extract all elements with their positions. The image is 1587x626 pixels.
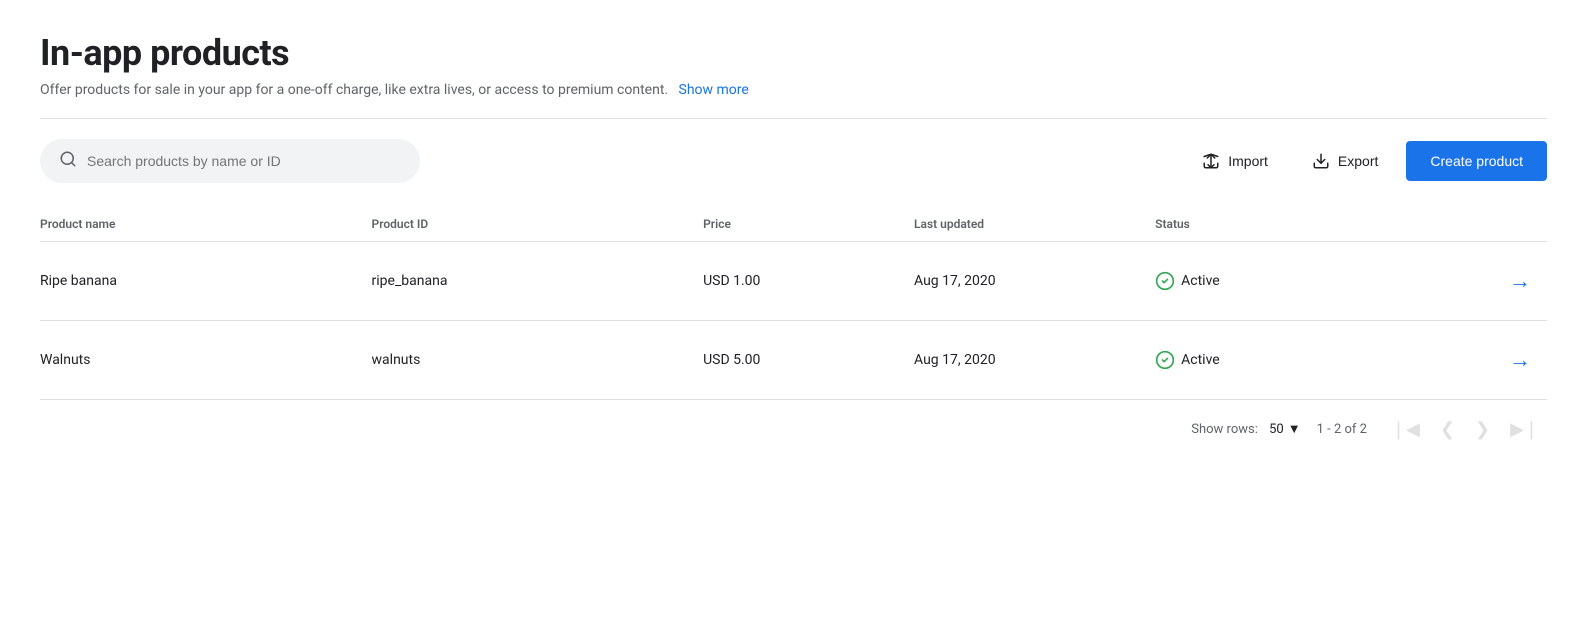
arrow-icon-0: → (1509, 268, 1531, 293)
page-info: 1 - 2 of 2 (1317, 422, 1367, 437)
show-more-link[interactable]: Show more (679, 82, 749, 98)
rows-per-page-value: 50 (1269, 422, 1284, 437)
last-page-icon: ▶❘ (1510, 419, 1539, 439)
header-divider (40, 118, 1547, 119)
page-container: In-app products Offer products for sale … (0, 0, 1587, 474)
page-title: In-app products (40, 32, 1547, 74)
arrow-icon-1: → (1509, 347, 1531, 372)
product-status-0: Active (1155, 242, 1396, 321)
next-page-button[interactable]: ❯ (1467, 416, 1498, 442)
product-name-0: Ripe banana (40, 242, 372, 321)
table-row[interactable]: Ripe banana ripe_banana USD 1.00 Aug 17,… (40, 242, 1547, 321)
export-button[interactable]: Export (1296, 142, 1394, 180)
col-header-status: Status (1155, 207, 1396, 242)
product-updated-0: Aug 17, 2020 (914, 242, 1155, 321)
page-subtitle: Offer products for sale in your app for … (40, 82, 1547, 98)
status-badge-0: Active (1155, 271, 1380, 291)
pagination-row: Show rows: 50 ▼ 1 - 2 of 2 ❘◀ ❮ ❯ ▶❘ (40, 400, 1547, 450)
export-label: Export (1338, 153, 1378, 169)
row-arrow-button-0[interactable]: → (1501, 264, 1539, 298)
col-header-price: Price (703, 207, 914, 242)
import-icon (1202, 152, 1220, 170)
pagination-nav: ❘◀ ❮ ❯ ▶❘ (1383, 416, 1547, 442)
product-id-0: ripe_banana (372, 242, 704, 321)
product-price-0: USD 1.00 (703, 242, 914, 321)
product-updated-1: Aug 17, 2020 (914, 321, 1155, 400)
col-header-updated: Last updated (914, 207, 1155, 242)
last-page-button[interactable]: ▶❘ (1502, 416, 1547, 442)
product-id-1: walnuts (372, 321, 704, 400)
next-page-icon: ❯ (1475, 419, 1490, 439)
search-input[interactable] (87, 153, 401, 169)
status-text-1: Active (1181, 352, 1220, 368)
col-header-id: Product ID (372, 207, 704, 242)
row-arrow-button-1[interactable]: → (1501, 343, 1539, 377)
product-name-1: Walnuts (40, 321, 372, 400)
status-badge-1: Active (1155, 350, 1380, 370)
prev-page-button[interactable]: ❮ (1432, 416, 1463, 442)
import-label: Import (1228, 153, 1268, 169)
product-price-1: USD 5.00 (703, 321, 914, 400)
toolbar: Import Export Create product (40, 139, 1547, 183)
table-header: Product name Product ID Price Last updat… (40, 207, 1547, 242)
search-box (40, 139, 420, 183)
import-button[interactable]: Import (1186, 142, 1284, 180)
search-icon (59, 150, 77, 172)
export-icon (1312, 152, 1330, 170)
product-action-1[interactable]: → (1396, 321, 1547, 400)
rows-per-page-select[interactable]: 50 ▼ (1269, 421, 1301, 437)
create-product-button[interactable]: Create product (1406, 141, 1547, 181)
active-status-icon-0 (1155, 271, 1175, 291)
status-text-0: Active (1181, 273, 1220, 289)
products-table: Product name Product ID Price Last updat… (40, 207, 1547, 400)
first-page-button[interactable]: ❘◀ (1383, 416, 1428, 442)
prev-page-icon: ❮ (1440, 419, 1455, 439)
subtitle-text: Offer products for sale in your app for … (40, 82, 668, 98)
show-rows-control: Show rows: 50 ▼ (1191, 421, 1300, 437)
rows-dropdown-icon: ▼ (1288, 421, 1301, 437)
show-rows-label: Show rows: (1191, 422, 1258, 437)
product-status-1: Active (1155, 321, 1396, 400)
first-page-icon: ❘◀ (1391, 419, 1420, 439)
table-body: Ripe banana ripe_banana USD 1.00 Aug 17,… (40, 242, 1547, 400)
active-status-icon-1 (1155, 350, 1175, 370)
col-header-action (1396, 207, 1547, 242)
table-row[interactable]: Walnuts walnuts USD 5.00 Aug 17, 2020 Ac… (40, 321, 1547, 400)
col-header-name: Product name (40, 207, 372, 242)
product-action-0[interactable]: → (1396, 242, 1547, 321)
